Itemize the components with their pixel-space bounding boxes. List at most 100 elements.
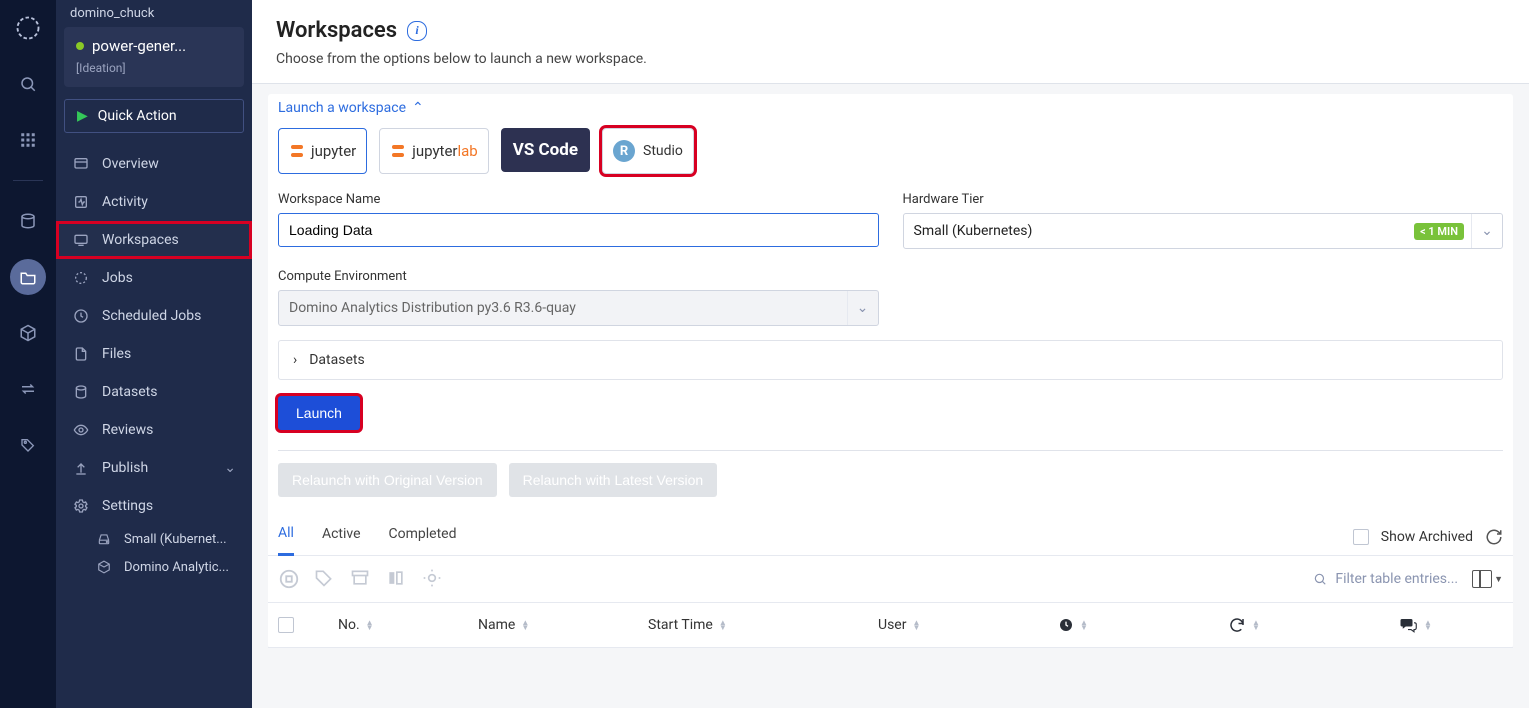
side-nav: Overview Activity Workspaces Jobs Schedu… <box>56 145 252 581</box>
launch-workspace-toggle[interactable]: Launch a workspace⌃ <box>268 94 434 128</box>
project-sidebar: domino_chuck power-gener... [Ideation] ▶… <box>56 0 252 708</box>
sidebar-item-settings[interactable]: Settings <box>56 487 252 525</box>
compute-environment-select[interactable]: Domino Analytics Distribution py3.6 R3.6… <box>278 290 879 326</box>
hardware-tier-select[interactable]: Small (Kubernetes) < 1 MIN ⌄ <box>903 213 1504 249</box>
sidebar-item-label: Datasets <box>102 384 157 400</box>
col-label: Start Time <box>648 617 713 633</box>
gear-icon <box>72 497 90 515</box>
caret-down-icon: ▼ <box>1494 574 1503 585</box>
sort-icon: ▲▼ <box>719 620 727 630</box>
page-subtitle: Choose from the options below to launch … <box>276 51 1505 67</box>
sort-icon: ▲▼ <box>1424 620 1432 630</box>
activity-icon <box>72 193 90 211</box>
page-title-text: Workspaces <box>276 18 397 43</box>
sort-icon: ▲▼ <box>912 620 920 630</box>
sidebar-item-workspaces[interactable]: Workspaces <box>56 221 252 259</box>
project-stage: [Ideation] <box>76 61 232 75</box>
sidebar-item-datasets[interactable]: Datasets <box>56 373 252 411</box>
share-icon[interactable] <box>422 568 444 590</box>
sidebar-item-jobs[interactable]: Jobs <box>56 259 252 297</box>
datasets-accordion[interactable]: › Datasets <box>278 340 1503 380</box>
tab-active[interactable]: Active <box>322 520 361 554</box>
sidebar-item-label: Jobs <box>102 270 133 286</box>
quick-action-label: Quick Action <box>98 108 177 124</box>
col-no[interactable]: No.▲▼ <box>338 617 478 633</box>
workspace-name-field: Workspace Name <box>278 192 879 247</box>
col-label: Name <box>478 617 515 633</box>
play-icon: ▶ <box>77 108 88 124</box>
data-icon[interactable] <box>10 203 46 239</box>
col-label: User <box>878 617 906 633</box>
sidebar-item-overview[interactable]: Overview <box>56 145 252 183</box>
apps-icon[interactable] <box>10 122 46 158</box>
tab-all[interactable]: All <box>278 519 294 556</box>
col-user[interactable]: User ▲▼ <box>878 617 1058 633</box>
sidebar-item-label: Reviews <box>102 422 153 438</box>
hardware-tier-label: Hardware Tier <box>903 192 1504 207</box>
ide-tile-rstudio[interactable]: RStudio <box>602 128 694 174</box>
refresh-icon[interactable] <box>1485 528 1503 546</box>
db-icon <box>72 383 90 401</box>
project-card[interactable]: power-gener... [Ideation] <box>64 27 244 87</box>
filter-input[interactable]: Filter table entries... <box>1313 571 1458 587</box>
col-duration[interactable]: ▲▼ <box>1058 617 1228 633</box>
ide-tile-jupyter[interactable]: jupyter <box>278 128 367 174</box>
swap-icon[interactable] <box>10 371 46 407</box>
sidebar-subitem-environment[interactable]: Domino Analytic... <box>86 553 252 581</box>
workspace-name-input[interactable] <box>278 213 879 247</box>
sidebar-item-reviews[interactable]: Reviews <box>56 411 252 449</box>
info-icon[interactable]: i <box>407 21 427 41</box>
hardware-tier-value: Small (Kubernetes) <box>914 223 1033 239</box>
col-name[interactable]: Name▲▼ <box>478 617 648 633</box>
page-header: Workspaces i Choose from the options belo… <box>252 0 1529 84</box>
launch-button[interactable]: Launch <box>278 396 360 430</box>
stop-icon[interactable] <box>278 568 300 590</box>
ide-row: jupyter jupyterlab VS Code RStudio <box>268 128 1513 174</box>
ide-tile-jupyterlab[interactable]: jupyterlab <box>379 128 488 174</box>
sidebar-item-publish[interactable]: Publish⌄ <box>56 449 252 487</box>
publish-icon <box>72 459 90 477</box>
folder-icon[interactable] <box>10 259 46 295</box>
sidebar-item-label: Overview <box>102 156 159 172</box>
sidebar-subitem-hardware[interactable]: Small (Kubernet... <box>86 525 252 553</box>
search-icon[interactable] <box>10 66 46 102</box>
workspace-icon <box>72 231 90 249</box>
col-status[interactable]: ▲▼ <box>1228 616 1398 634</box>
tab-completed[interactable]: Completed <box>389 520 457 554</box>
columns-button[interactable]: ▼ <box>1472 570 1503 588</box>
columns-icon <box>1472 570 1492 588</box>
archive-icon[interactable] <box>350 568 372 590</box>
disk-icon <box>96 531 112 547</box>
ide-label: jupyter <box>311 142 356 160</box>
chat-icon <box>1398 616 1418 634</box>
ide-label: VS Code <box>513 140 578 160</box>
ide-tile-vscode[interactable]: VS Code <box>501 128 590 172</box>
sidebar-item-label: Settings <box>102 498 153 514</box>
relaunch-original-button: Relaunch with Original Version <box>278 463 497 497</box>
hardware-tier-badge: < 1 MIN <box>1414 223 1464 240</box>
compare-icon[interactable] <box>386 568 408 590</box>
main: Workspaces i Choose from the options belo… <box>252 0 1529 708</box>
sidebar-item-files[interactable]: Files <box>56 335 252 373</box>
tag-icon[interactable] <box>314 568 336 590</box>
sidebar-item-scheduled-jobs[interactable]: Scheduled Jobs <box>56 297 252 335</box>
status-dot-icon <box>76 42 84 50</box>
eye-icon <box>72 421 90 439</box>
quick-action-button[interactable]: ▶ Quick Action <box>64 99 244 133</box>
compute-environment-field: Compute Environment Domino Analytics Dis… <box>278 269 879 326</box>
tag-icon[interactable] <box>10 427 46 463</box>
sidebar-item-label: Activity <box>102 194 148 210</box>
sort-icon: ▲▼ <box>1252 620 1260 630</box>
tabs: All Active Completed Show Archived <box>268 505 1513 556</box>
col-start-time[interactable]: Start Time ▲▼ <box>648 617 878 633</box>
sidebar-item-activity[interactable]: Activity <box>56 183 252 221</box>
col-comments[interactable]: ▲▼ <box>1398 616 1503 634</box>
cube-icon[interactable] <box>10 315 46 351</box>
select-all-checkbox[interactable] <box>278 617 294 633</box>
chevron-right-icon: › <box>293 352 297 368</box>
show-archived-checkbox[interactable] <box>1353 529 1369 545</box>
ide-label: jupyterlab <box>412 142 477 160</box>
relaunch-latest-button: Relaunch with Latest Version <box>509 463 718 497</box>
workspace-name-label: Workspace Name <box>278 192 879 207</box>
jupyter-icon <box>289 143 305 159</box>
